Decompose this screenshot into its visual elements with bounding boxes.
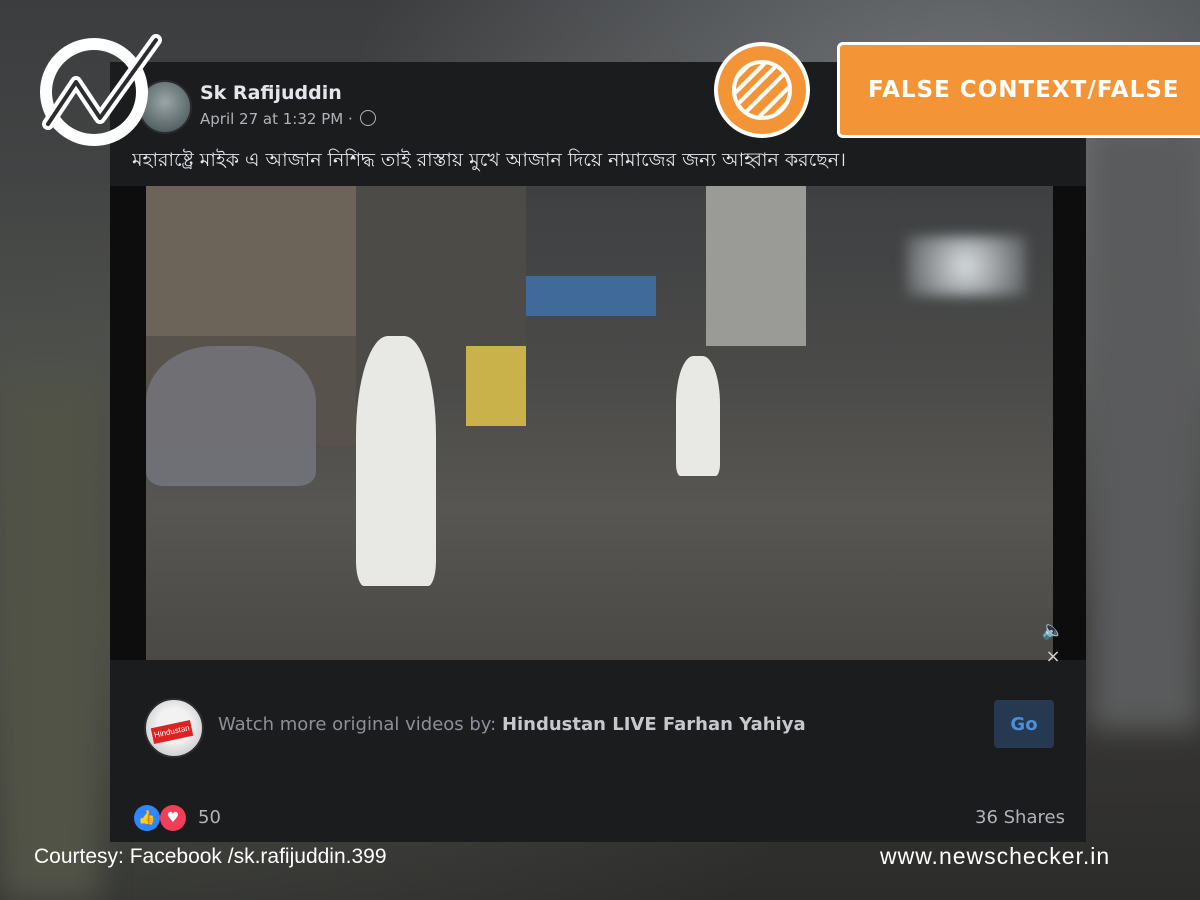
false-rating-icon: [714, 42, 810, 138]
yellow-stall: [466, 346, 526, 426]
street-light: [906, 236, 1026, 296]
bystanders: [146, 346, 316, 486]
author-name[interactable]: Sk Rafijuddin: [200, 82, 342, 104]
love-icon: ♥: [160, 805, 186, 831]
watch-more-prefix: Watch more original videos by:: [218, 714, 502, 735]
building-right: [706, 186, 806, 346]
reaction-count: 50: [198, 807, 221, 828]
shares-count[interactable]: 36 Shares: [975, 807, 1065, 828]
courtesy-credit: Courtesy: Facebook /sk.rafijuddin.399: [34, 845, 387, 868]
video-frame[interactable]: [146, 186, 1053, 660]
blue-awning: [526, 276, 656, 316]
like-icon: 👍: [134, 805, 160, 831]
globe-icon: [359, 110, 376, 126]
post-timestamp[interactable]: April 27 at 1:32 PM ·: [200, 110, 376, 128]
video-player[interactable]: 🔈×: [110, 186, 1086, 667]
post-caption: মহারাষ্ট্রে মাইক এ আজান নিশিদ্ধ তাই রাস্…: [132, 149, 846, 171]
person-background: [676, 356, 720, 476]
go-button[interactable]: Go: [994, 700, 1054, 748]
bg-blur-right: [1090, 130, 1200, 730]
newschecker-logo-icon: [40, 34, 162, 146]
channel-logo-badge: Hindustan: [150, 720, 194, 744]
timestamp-text: April 27 at 1:32 PM ·: [200, 110, 353, 128]
site-url: www.newschecker.in: [880, 843, 1111, 869]
watch-more-bar: Hindustan Watch more original videos by:…: [110, 690, 1086, 760]
channel-name[interactable]: Hindustan LIVE Farhan Yahiya: [502, 714, 806, 735]
person-foreground: [356, 336, 436, 586]
watch-more-text: Watch more original videos by: Hindustan…: [218, 714, 806, 735]
channel-avatar[interactable]: Hindustan: [144, 698, 204, 758]
mute-icon[interactable]: 🔈×: [1038, 618, 1068, 667]
hatched-circle-icon: [732, 60, 792, 120]
bg-blur-left: [0, 380, 100, 900]
verdict-label: FALSE CONTEXT/FALSE: [837, 42, 1200, 138]
